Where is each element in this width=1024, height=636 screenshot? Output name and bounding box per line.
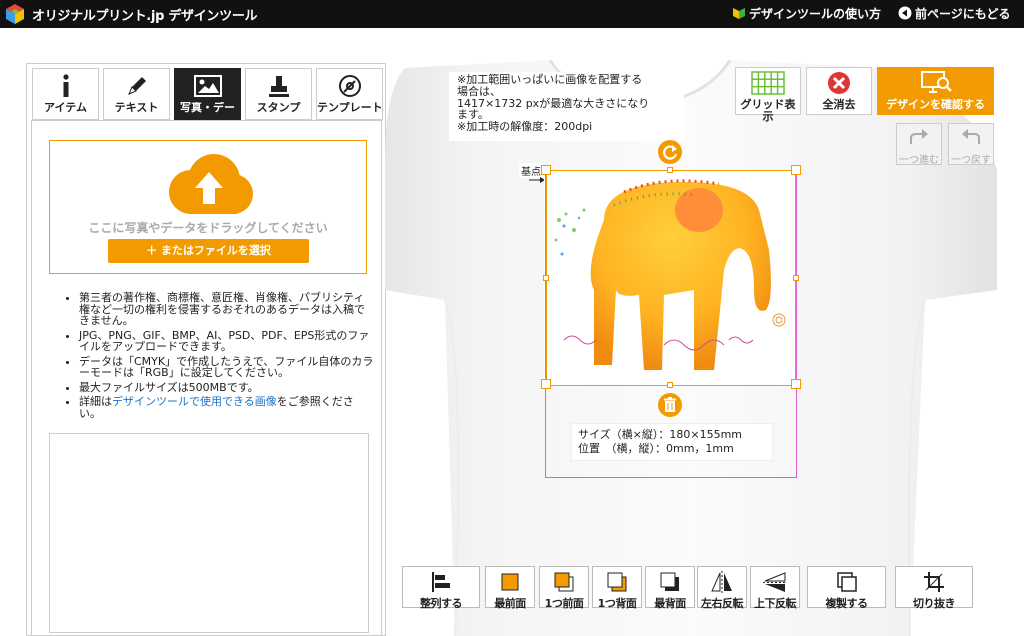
bring-forward-button[interactable]: 1つ前面 [539,566,589,610]
note-details: 詳細はデザインツールで使用できる画像をご参照ください。 [79,396,375,419]
resize-handle-tr[interactable] [791,165,801,175]
upload-dropzone[interactable]: ここに写真やデータをドラッグしてください ＋ またはファイルを選択 [49,140,367,274]
back-arrow-icon [898,6,912,20]
tool-tabs: アイテム テキスト 写真・デー スタンプ テンプレート [32,68,384,120]
resize-handle-bl[interactable] [541,379,551,389]
align-button[interactable]: 整列する [402,566,480,610]
position-readout: 位置 （横，縦）：0mm，1mm [578,442,734,455]
top-header: オリジナルプリント.jp デザインツール デザインツールの使い方 前ページにもど… [0,0,1024,28]
note-colormode: データは「CMYK」で作成したうえで、ファイル自体のカラーモードは「RGB」に設… [79,355,375,379]
redo-icon [910,129,928,144]
selection-frame [546,170,796,386]
dropzone-text: ここに写真やデータをドラッグしてください [88,221,328,235]
rotate-handle[interactable] [658,140,682,164]
bring-front-button[interactable]: 最前面 [485,566,535,610]
bring-forward-icon [554,572,574,592]
brand-title[interactable]: オリジナルプリント.jp デザインツール [32,5,258,24]
close-circle-icon [828,72,850,94]
resize-handle-bottom[interactable] [667,382,673,388]
resize-handle-right[interactable] [793,275,799,281]
left-panel: アイテム テキスト 写真・デー スタンプ テンプレート ここに写真やデータをドラ… [26,63,386,636]
resize-handle-br[interactable] [791,379,801,389]
stamp-icon [268,76,289,97]
tab-photo[interactable]: 写真・デー [174,68,241,120]
redo-button[interactable]: 一つ進む [896,123,942,166]
grid-toggle-button[interactable]: グリッド表示 [735,67,801,123]
crop-icon [924,572,944,592]
duplicate-button[interactable]: 複製する [807,566,886,610]
info-icon [62,74,69,97]
resize-handle-tl[interactable] [541,165,551,175]
size-readout: サイズ（横×縦）：180×155mm [578,428,743,441]
tab-stamp[interactable]: スタンプ [245,68,312,120]
grid-icon [751,71,785,95]
size-position-info: サイズ（横×縦）：180×155mm 位置 （横，縦）：0mm，1mm [571,423,773,461]
clear-all-button[interactable]: 全消去 [806,67,872,115]
flip-horizontal-button[interactable]: 左右反転 [697,566,747,610]
usable-images-link[interactable]: デザインツールで使用できる画像 [112,395,277,408]
monitor-search-icon [920,71,952,93]
undo-button[interactable]: 一つ戻す [948,123,994,166]
note-copyright: 第三者の著作権、商標権、意匠権、肖像権、パブリシティ権など一切の権利を侵害するお… [79,292,375,327]
delete-button[interactable] [658,393,682,417]
bring-front-icon [501,573,519,591]
send-back-icon [660,572,679,591]
site-logo-icon[interactable] [4,3,26,25]
flip-vertical-icon [763,572,787,592]
guide-link[interactable]: デザインツールの使い方 [732,5,881,22]
send-backward-icon [607,572,627,592]
confirm-design-button[interactable]: デザインを確認する [877,67,994,115]
undo-icon [962,129,980,144]
pen-icon [127,77,146,95]
note-maxsize: 最大ファイルサイズは500MBです。 [79,381,375,394]
resize-handle-top[interactable] [667,167,673,173]
resize-handle-left[interactable] [543,275,549,281]
upload-notes: 第三者の著作権、商標権、意匠権、肖像権、パブリシティ権など一切の権利を侵害するお… [65,292,375,422]
flip-vertical-button[interactable]: 上下反転 [750,566,800,610]
flip-horizontal-icon [711,571,732,593]
crop-button[interactable]: 切り抜き [895,566,973,610]
trash-icon [664,397,676,412]
back-link[interactable]: 前ページにもどる [898,5,1011,22]
beginner-mark-icon [733,8,745,19]
tab-template[interactable]: テンプレート [316,68,383,120]
note-formats: JPG、PNG、GIF、BMP、AI、PSD、PDF、EPS形式のファイルをアッ… [79,329,375,353]
send-backward-button[interactable]: 1つ背面 [592,566,642,610]
print-area-hint: ※加工範囲いっぱいに画像を配置する 場合は、 1417×1732 pxが最適な大… [449,72,684,141]
select-file-button[interactable]: ＋ またはファイルを選択 [108,239,309,263]
align-icon [432,572,450,592]
template-icon [338,75,361,97]
uploaded-images-list[interactable] [49,433,369,633]
rotate-icon [663,145,678,160]
cloud-upload-icon [169,154,253,214]
tab-text[interactable]: テキスト [103,68,170,120]
tab-item[interactable]: アイテム [32,68,99,120]
send-back-button[interactable]: 最背面 [645,566,695,610]
image-icon [193,75,222,97]
duplicate-icon [836,572,857,592]
